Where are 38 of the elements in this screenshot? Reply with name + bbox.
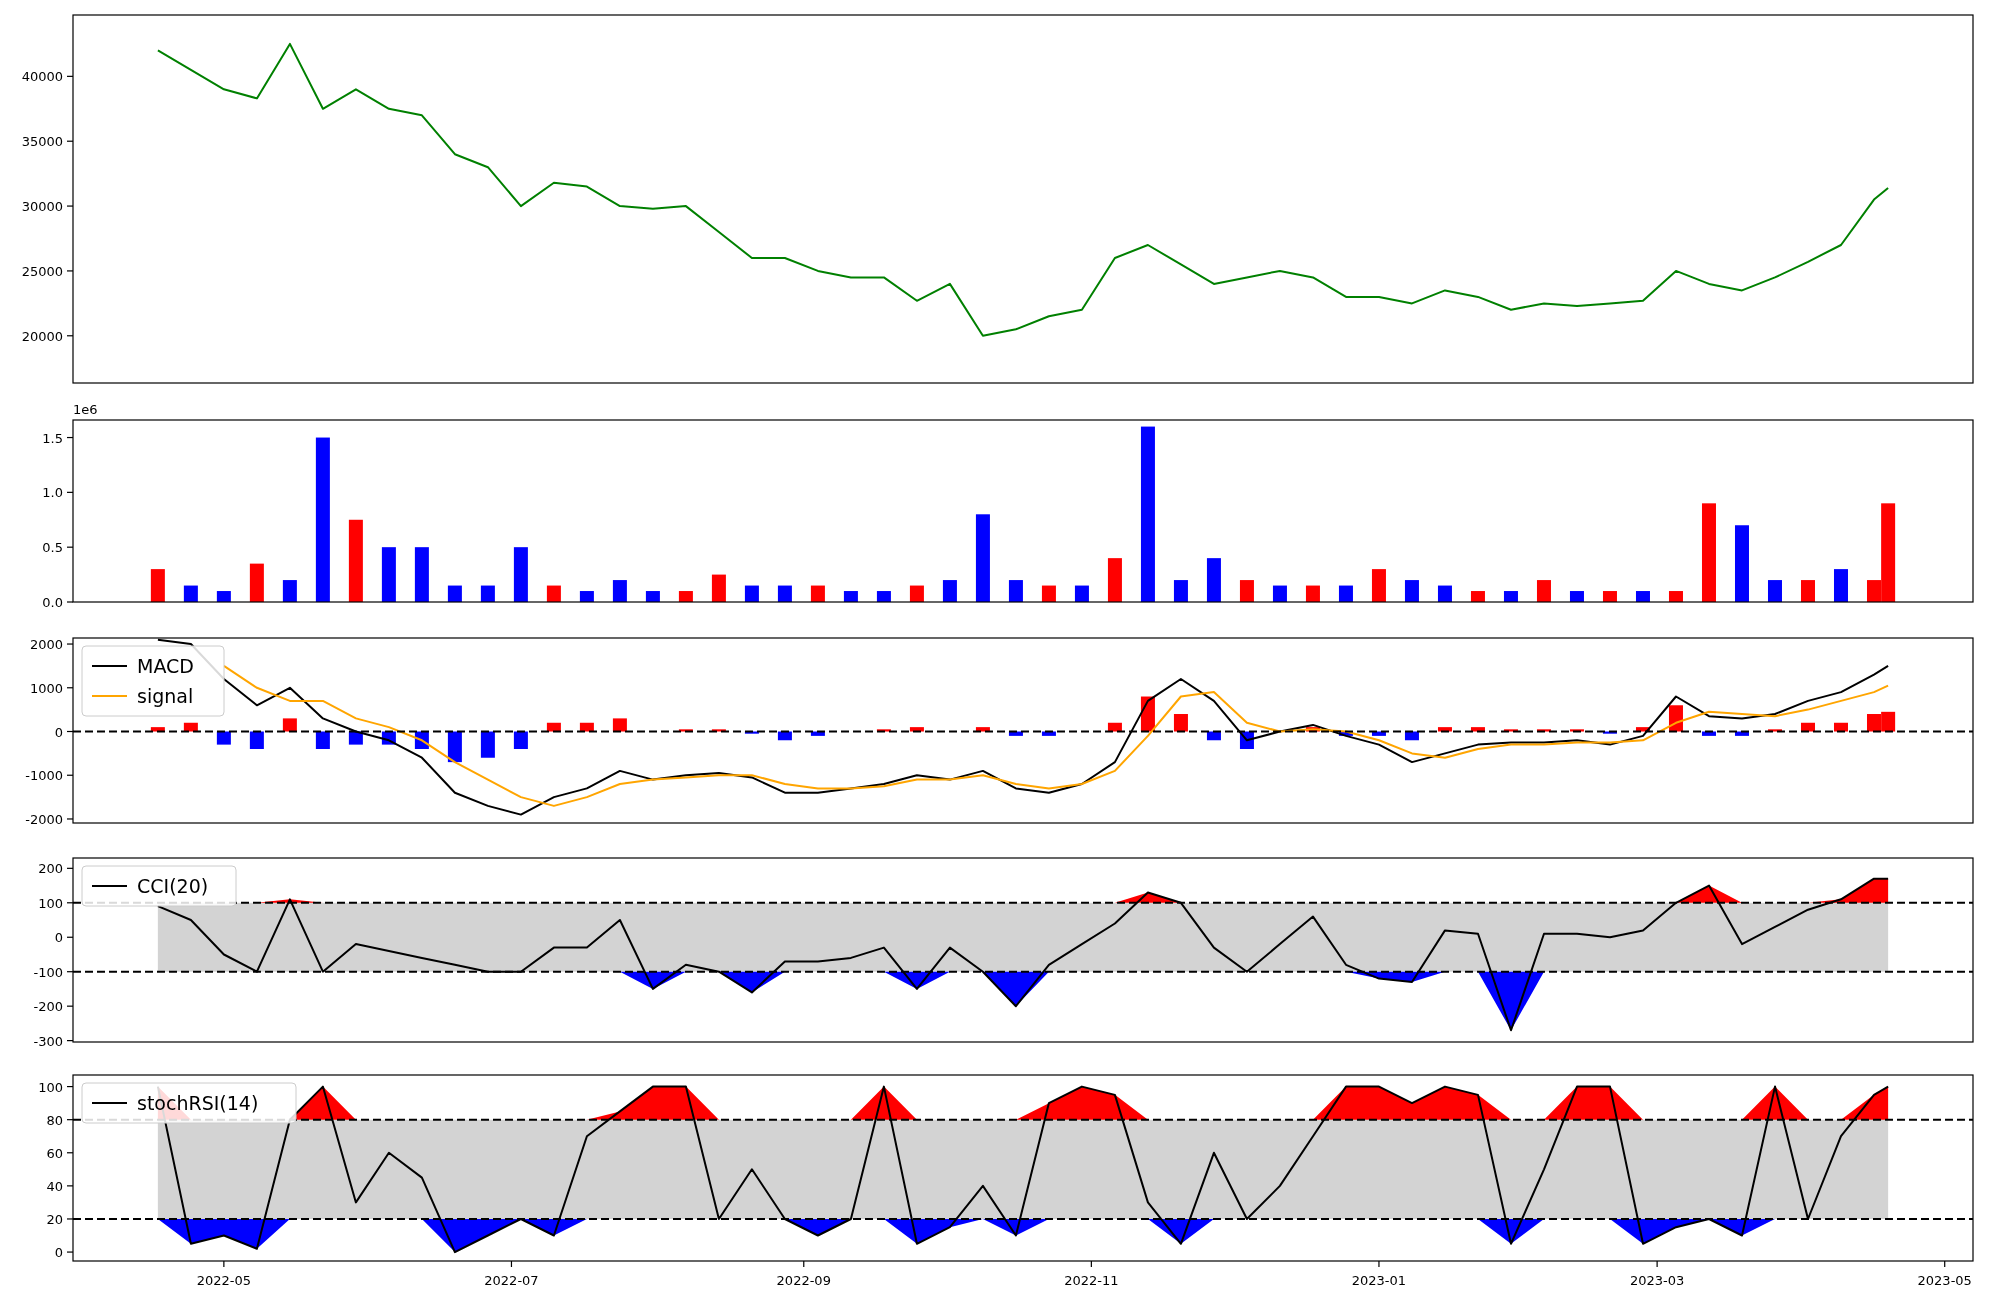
tick-label: 40 — [46, 1178, 63, 1194]
tick-label: 20000 — [21, 328, 63, 344]
tick-label: -100 — [33, 964, 63, 980]
tick-label: 2023-01 — [1351, 1273, 1407, 1288]
tick-label: 40000 — [21, 69, 63, 85]
tick-label: 2022-09 — [776, 1273, 831, 1288]
legend-label: CCI(20) — [137, 875, 209, 897]
tick-label: 35000 — [21, 134, 63, 150]
tick-label: 1000 — [29, 680, 63, 696]
tick-label: 1.5 — [42, 430, 63, 446]
tick-label: 1.0 — [42, 485, 63, 501]
tick-label: 100 — [38, 1079, 63, 1095]
tick-label: 2022-11 — [1064, 1273, 1119, 1288]
tick-label: -300 — [33, 1033, 63, 1049]
tick-label: 2022-07 — [484, 1273, 539, 1288]
legend-label: stochRSI(14) — [137, 1092, 259, 1114]
tick-label: 0.5 — [42, 540, 63, 556]
tick-label: -1000 — [25, 768, 63, 784]
tick-label: -2000 — [25, 812, 63, 827]
tick-label: 20 — [46, 1211, 63, 1227]
tick-label: 2022-05 — [196, 1273, 252, 1288]
tick-label: 200 — [38, 861, 63, 877]
tick-label: 60 — [46, 1145, 63, 1161]
tick-label: 0 — [54, 1245, 63, 1261]
axis-offset-label: 1e6 — [73, 402, 98, 417]
legend-label: signal — [137, 685, 194, 707]
tick-label: 0 — [54, 724, 63, 740]
tick-label: 25000 — [21, 263, 63, 279]
tick-label: 2000 — [29, 637, 63, 653]
tick-label: -200 — [33, 999, 63, 1015]
tick-label: 30000 — [21, 199, 63, 215]
tick-label: 0 — [54, 930, 63, 946]
tick-label: 0.0 — [42, 595, 63, 610]
legend-label: MACD — [137, 655, 194, 677]
tick-label: 2023-05 — [1917, 1273, 1972, 1288]
tick-label: 80 — [46, 1112, 63, 1128]
tick-label: 100 — [38, 895, 63, 911]
tick-label: 2023-03 — [1629, 1273, 1685, 1288]
